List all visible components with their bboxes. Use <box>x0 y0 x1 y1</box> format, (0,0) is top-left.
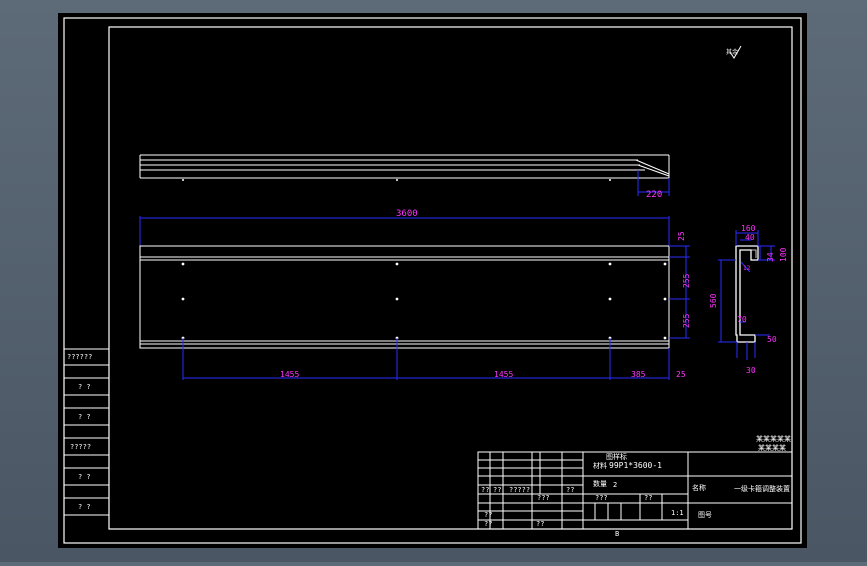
title-cell-4: ??? <box>537 494 550 502</box>
dim-section-34: 34 <box>766 252 775 262</box>
title-cell-10: ?? <box>536 520 544 528</box>
dim-bottom-25: 25 <box>676 370 686 379</box>
title-cell-8: 1:1 <box>671 509 684 517</box>
title-cell-11: ?? <box>484 520 492 528</box>
margin-label-2: ? ? <box>78 383 91 391</box>
title-name-label: 名称 <box>692 483 706 492</box>
dim-section-100: 100 <box>779 247 788 262</box>
title-cell-3: ????? <box>509 486 530 494</box>
title-cell-6: ??? <box>595 494 608 502</box>
margin-label-6: ? ? <box>78 503 91 511</box>
dim-section-50: 50 <box>767 335 777 344</box>
dim-bottom-1455-a: 1455 <box>280 370 299 379</box>
dim-section-70: 70 <box>737 315 747 324</box>
title-cell-9: ?? <box>484 511 492 519</box>
dim-section-40: 40 <box>745 233 755 242</box>
title-header-label: 图样标 <box>606 452 627 461</box>
dim-right-255-b: 255 <box>682 313 691 328</box>
title-bottom-mark: B <box>615 530 619 538</box>
title-row-label-1: 材料 <box>593 461 607 470</box>
dim-right-255-a: 255 <box>682 273 691 288</box>
title-cell-7: ?? <box>644 494 652 502</box>
title-part-code: 99P1*3600-1 <box>609 461 662 470</box>
title-company-1: 某某某某某 <box>756 435 791 443</box>
title-cell-1: ?? <box>481 486 489 494</box>
dim-section-160: 160 <box>741 224 756 233</box>
title-name-value: 一级卡箍调整装置 <box>734 484 790 493</box>
margin-label-5: ? ? <box>78 473 91 481</box>
dim-3600: 3600 <box>396 209 418 219</box>
title-company-2: 某某某某 <box>758 444 786 452</box>
margin-label-3: ? ? <box>78 413 91 421</box>
title-quantity: 2 <box>613 481 617 489</box>
dim-section-12: 12 <box>743 265 751 272</box>
title-cell-2: ?? <box>493 486 501 494</box>
title-cell-5: ?? <box>566 486 574 494</box>
dim-right-25-top: 25 <box>677 231 686 241</box>
drawing-canvas: ?????? ? ? ? ? ????? ? ? ? ? 其余 220 3600… <box>58 13 807 548</box>
dim-section-30: 30 <box>746 366 756 375</box>
cad-drawing-viewport: ?????? ? ? ? ? ????? ? ? ? ? 其余 220 3600… <box>0 0 867 562</box>
dim-bottom-385: 385 <box>631 370 646 379</box>
dim-section-560: 560 <box>709 293 718 308</box>
margin-label-1: ?????? <box>67 353 92 361</box>
dim-220: 220 <box>646 190 662 200</box>
title-row-label-2: 数量 <box>593 479 607 488</box>
drawing-sheet <box>58 13 807 548</box>
title-sheet-mark: 图号 <box>698 511 712 519</box>
margin-label-4: ????? <box>70 443 91 451</box>
dim-bottom-1455-b: 1455 <box>494 370 513 379</box>
